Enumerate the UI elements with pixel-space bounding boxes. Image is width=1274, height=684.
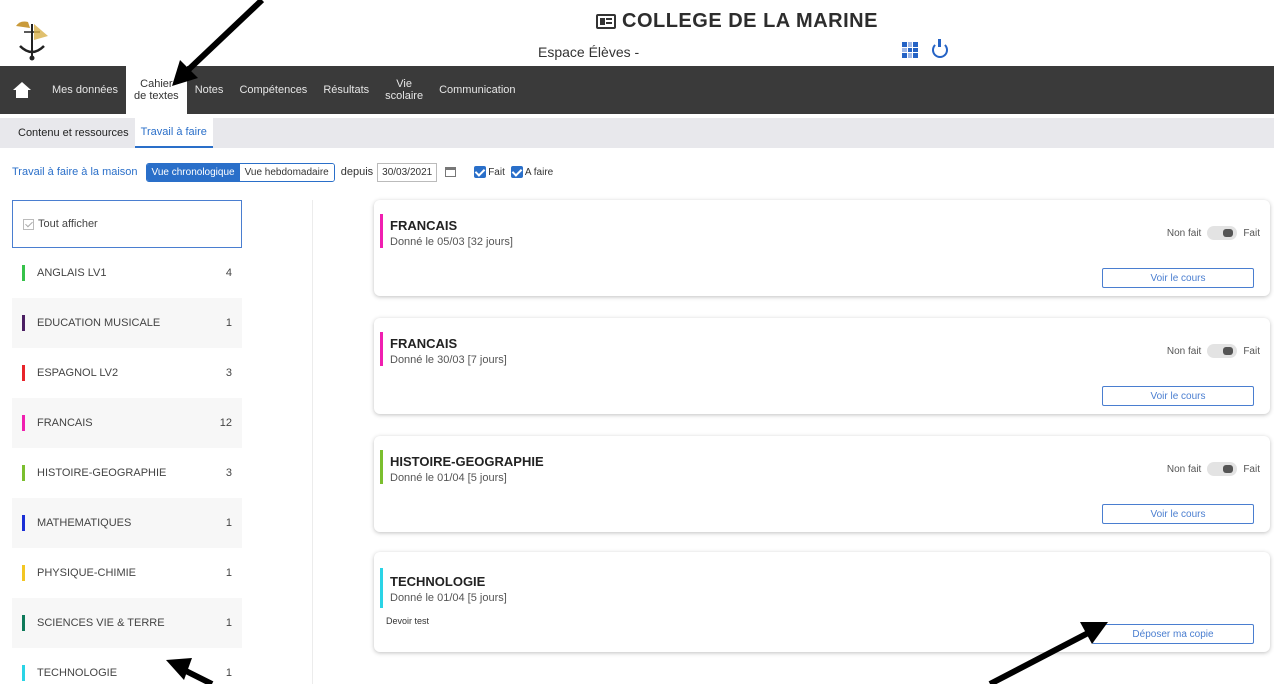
card-given-date: Donné le 01/04 [5 jours]	[390, 592, 507, 604]
view-chronological-button[interactable]: Vue chronologique	[146, 163, 240, 181]
check-icon	[23, 218, 34, 230]
subject-sidebar: Tout afficher ANGLAIS LV1 4 EDUCATION MU…	[12, 200, 242, 684]
homework-card: FRANCAIS Donné le 05/03 [32 jours] Non f…	[374, 200, 1270, 296]
done-toggle[interactable]: Non fait Fait	[1167, 226, 1260, 240]
nav-home[interactable]	[0, 66, 44, 114]
subject-color-bar	[22, 515, 25, 531]
card-subject: FRANCAIS	[390, 218, 458, 233]
checkbox-checked-icon	[510, 166, 523, 178]
nav-notes[interactable]: Notes	[187, 66, 232, 114]
card-subject: TECHNOLOGIE	[390, 574, 486, 589]
done-checkbox[interactable]: Fait	[474, 166, 505, 178]
view-toggle: Vue chronologique Vue hebdomadaire	[145, 162, 335, 182]
toggle-switch[interactable]	[1207, 226, 1238, 240]
view-course-button[interactable]: Voir le cours	[1102, 268, 1254, 288]
sidebar-item-subject[interactable]: HISTOIRE-GEOGRAPHIE 3	[12, 448, 242, 498]
qr-code-icon[interactable]	[902, 42, 918, 58]
done-toggle[interactable]: Non fait Fait	[1167, 344, 1260, 358]
sidebar-item-subject[interactable]: ESPAGNOL LV2 3	[12, 348, 242, 398]
school-name: COLLEGE DE LA MARINE	[622, 10, 878, 32]
app-header: COLLEGE DE LA MARINE Espace Élèves -	[0, 0, 1274, 66]
sidebar-item-subject[interactable]: PHYSIQUE-CHIMIE 1	[12, 548, 242, 598]
calendar-icon[interactable]	[445, 167, 457, 177]
nav-mes-donnees[interactable]: Mes données	[44, 66, 126, 114]
nav-vie-scolaire[interactable]: Vie scolaire	[377, 66, 431, 114]
sidebar-item-subject[interactable]: MATHEMATIQUES 1	[12, 498, 242, 548]
nav-resultats[interactable]: Résultats	[315, 66, 377, 114]
filter-bar: Travail à faire à la maison Vue chronolo…	[0, 158, 1274, 186]
homework-card: FRANCAIS Donné le 30/03 [7 jours] Non fa…	[374, 318, 1270, 414]
page: COLLEGE DE LA MARINE Espace Élèves - Mes…	[0, 0, 1274, 684]
tab-travail-a-faire[interactable]: Travail à faire	[134, 118, 213, 148]
space-label: Espace Élèves -	[538, 44, 640, 60]
nav-cahier-de-textes[interactable]: Cahier de textes	[126, 66, 187, 114]
subject-color-bar	[22, 665, 25, 681]
subject-color-bar	[22, 265, 25, 281]
card-homework-note: Devoir test	[386, 616, 430, 626]
subject-color-bar	[22, 565, 25, 581]
date-input[interactable]: 30/03/2021	[377, 162, 438, 182]
card-given-date: Donné le 01/04 [5 jours]	[390, 472, 507, 484]
subject-color-bar	[22, 315, 25, 331]
card-subject: FRANCAIS	[390, 336, 458, 351]
main-navbar: Mes données Cahier de textes Notes Compé…	[0, 66, 1274, 114]
view-course-button[interactable]: Voir le cours	[1102, 504, 1254, 524]
homework-card: HISTOIRE-GEOGRAPHIE Donné le 01/04 [5 jo…	[374, 436, 1270, 532]
view-weekly-button[interactable]: Vue hebdomadaire	[239, 163, 334, 181]
school-title: COLLEGE DE LA MARINE	[596, 10, 878, 33]
tab-contenu-ressources[interactable]: Contenu et ressources	[12, 118, 135, 148]
subject-color-bar	[380, 214, 383, 248]
sub-tabs: Contenu et ressources Travail à faire	[0, 118, 1274, 148]
card-given-date: Donné le 05/03 [32 jours]	[390, 236, 513, 248]
homework-link[interactable]: Travail à faire à la maison	[12, 166, 138, 178]
subject-color-bar	[380, 450, 383, 484]
subject-color-bar	[22, 365, 25, 381]
logout-power-icon[interactable]	[932, 39, 948, 58]
checkbox-checked-icon	[474, 166, 487, 178]
sidebar-item-subject[interactable]: SCIENCES VIE & TERRE 1	[12, 598, 242, 648]
subject-color-bar	[380, 332, 383, 366]
card-given-date: Donné le 30/03 [7 jours]	[390, 354, 507, 366]
home-icon	[13, 82, 31, 98]
subject-color-bar	[22, 465, 25, 481]
subject-color-bar	[22, 615, 25, 631]
subject-color-bar	[380, 568, 383, 608]
sidebar-item-subject[interactable]: EDUCATION MUSICALE 1	[12, 298, 242, 348]
sidebar-item-subject[interactable]: ANGLAIS LV1 4	[12, 248, 242, 298]
toggle-switch[interactable]	[1207, 344, 1238, 358]
sidebar-item-subject[interactable]: TECHNOLOGIE 1	[12, 648, 242, 684]
view-course-button[interactable]: Voir le cours	[1102, 386, 1254, 406]
school-logo	[16, 21, 48, 61]
id-card-icon	[596, 14, 616, 29]
subject-color-bar	[22, 415, 25, 431]
upload-copy-button[interactable]: Déposer ma copie	[1092, 624, 1254, 644]
done-toggle[interactable]: Non fait Fait	[1167, 462, 1260, 476]
nav-competences[interactable]: Compétences	[231, 66, 315, 114]
since-label: depuis	[340, 166, 374, 178]
toggle-switch[interactable]	[1207, 462, 1238, 476]
homework-card: TECHNOLOGIE Donné le 01/04 [5 jours] Dev…	[374, 552, 1270, 652]
card-subject: HISTOIRE-GEOGRAPHIE	[390, 454, 544, 469]
sidebar-item-subject[interactable]: FRANCAIS 12	[12, 398, 242, 448]
column-divider	[312, 200, 313, 684]
todo-checkbox[interactable]: A faire	[510, 166, 553, 178]
sidebar-item-show-all[interactable]: Tout afficher	[12, 200, 242, 248]
nav-communication[interactable]: Communication	[431, 66, 523, 114]
